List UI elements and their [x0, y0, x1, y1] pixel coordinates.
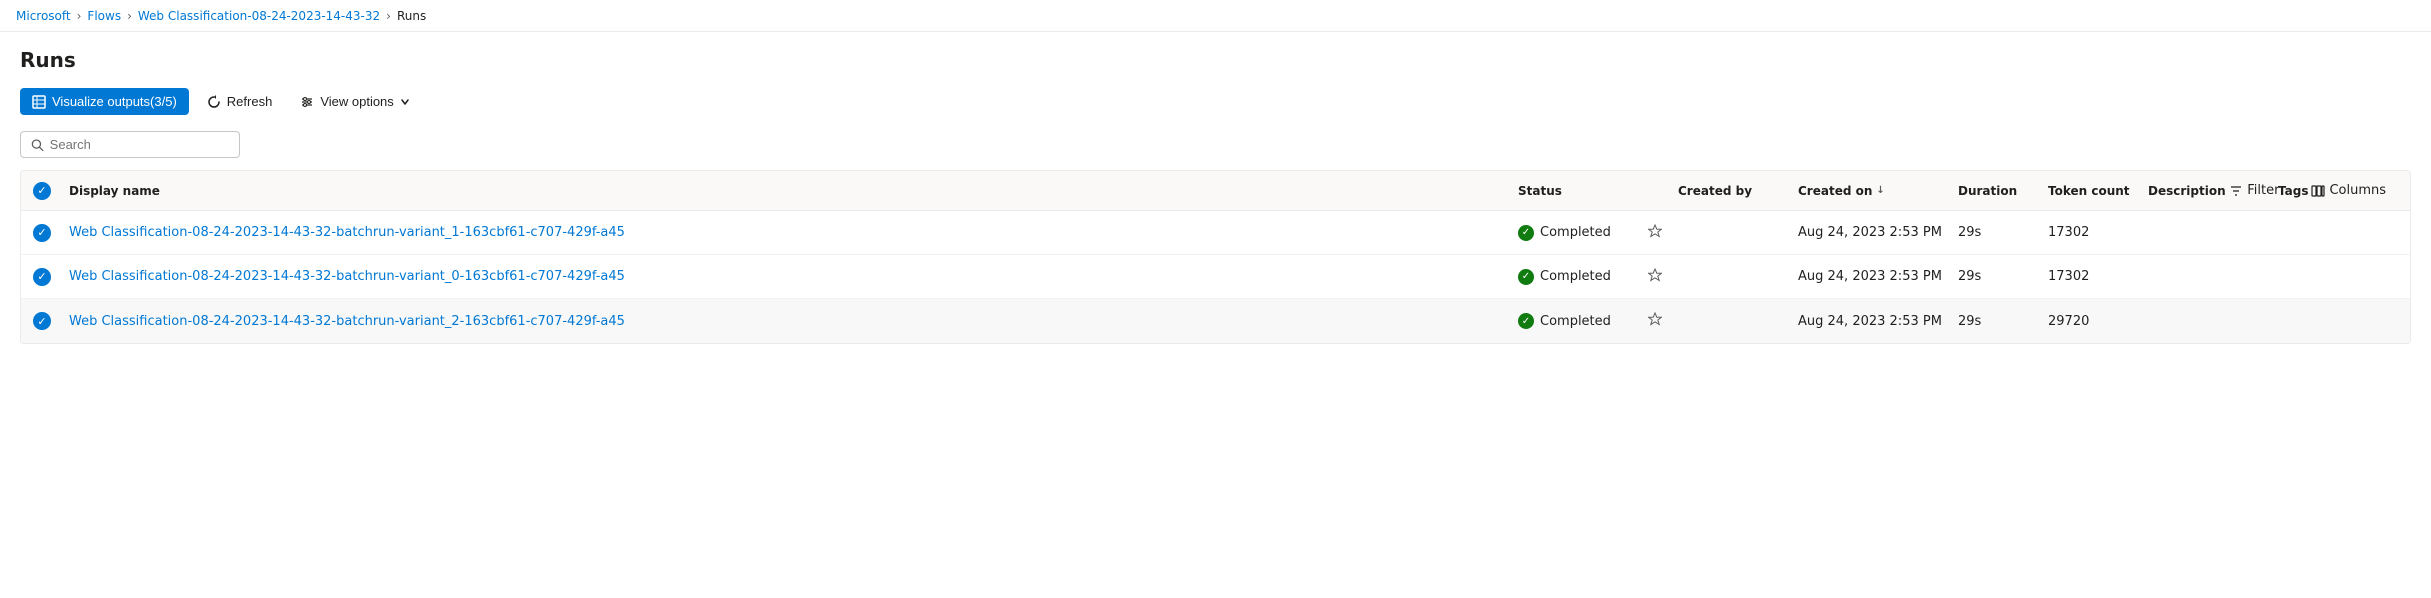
- breadcrumb-microsoft[interactable]: Microsoft: [16, 9, 71, 23]
- row-2-token-count: 17302: [2048, 269, 2148, 284]
- filter-button[interactable]: Filter: [2221, 179, 2287, 202]
- breadcrumb-runs: Runs: [397, 9, 426, 23]
- star-icon: [1648, 268, 1662, 282]
- row-1-created-on: Aug 24, 2023 2:53 PM: [1798, 225, 1958, 240]
- breadcrumb-sep-2: ›: [127, 9, 132, 23]
- row-3-display-name[interactable]: Web Classification-08-24-2023-14-43-32-b…: [69, 314, 1518, 329]
- table-row: Web Classification-08-24-2023-14-43-32-b…: [21, 211, 2410, 255]
- row-2-status: Completed: [1518, 269, 1648, 285]
- col-header-created-by: Created by: [1678, 184, 1798, 198]
- search-icon: [31, 138, 44, 152]
- row-3-token-count: 29720: [2048, 314, 2148, 329]
- col-header-status: Status: [1518, 184, 1648, 198]
- chevron-down-icon: [400, 97, 410, 107]
- star-icon: [1648, 312, 1662, 326]
- view-options-label: View options: [320, 94, 393, 109]
- runs-table: Display name Status Created by Created o…: [20, 170, 2411, 344]
- search-container: [20, 131, 2411, 158]
- select-all-checkbox[interactable]: [33, 182, 51, 200]
- visualize-label: Visualize outputs(3/5): [52, 94, 177, 109]
- row-1-star[interactable]: [1648, 224, 1678, 242]
- table-header: Display name Status Created by Created o…: [21, 171, 2410, 211]
- refresh-icon: [207, 95, 221, 109]
- table-row: Web Classification-08-24-2023-14-43-32-b…: [21, 299, 2410, 343]
- breadcrumb-flows[interactable]: Flows: [87, 9, 121, 23]
- col-header-display-name: Display name: [69, 184, 1518, 198]
- col-header-token-count: Token count: [2048, 184, 2148, 198]
- breadcrumb-sep-1: ›: [77, 9, 82, 23]
- row-2-display-name[interactable]: Web Classification-08-24-2023-14-43-32-b…: [69, 269, 1518, 284]
- row-2-created-on: Aug 24, 2023 2:53 PM: [1798, 269, 1958, 284]
- completed-icon: [1518, 225, 1534, 241]
- row-3-checkbox[interactable]: [33, 312, 69, 330]
- row-3-star[interactable]: [1648, 312, 1678, 330]
- created-on-sort[interactable]: Created on ↓: [1798, 184, 1958, 198]
- page-title: Runs: [20, 48, 2411, 72]
- options-icon: [300, 95, 314, 109]
- table-row: Web Classification-08-24-2023-14-43-32-b…: [21, 255, 2410, 299]
- visualize-outputs-button[interactable]: Visualize outputs(3/5): [20, 88, 189, 115]
- table-header-actions: Filter Columns: [2221, 179, 2394, 202]
- filter-label: Filter: [2247, 183, 2279, 198]
- sort-arrow-icon: ↓: [1876, 185, 1884, 196]
- breadcrumb-classification[interactable]: Web Classification-08-24-2023-14-43-32: [138, 9, 380, 23]
- completed-icon: [1518, 313, 1534, 329]
- columns-label: Columns: [2329, 183, 2386, 198]
- row-2-duration: 29s: [1958, 269, 2048, 284]
- header-checkbox-col: [33, 182, 69, 200]
- row-1-display-name[interactable]: Web Classification-08-24-2023-14-43-32-b…: [69, 225, 1518, 240]
- row-3-status: Completed: [1518, 313, 1648, 329]
- row-3-duration: 29s: [1958, 314, 2048, 329]
- breadcrumb-sep-3: ›: [386, 9, 391, 23]
- col-header-created-on: Created on ↓: [1798, 184, 1958, 198]
- columns-icon: [2311, 184, 2325, 198]
- breadcrumb-bar: Microsoft › Flows › Web Classification-0…: [0, 0, 2431, 32]
- search-box[interactable]: [20, 131, 240, 158]
- columns-button[interactable]: Columns: [2303, 179, 2394, 202]
- star-icon: [1648, 224, 1662, 238]
- view-options-button[interactable]: View options: [290, 88, 419, 115]
- row-1-status: Completed: [1518, 225, 1648, 241]
- filter-icon: [2229, 184, 2243, 198]
- table-icon: [32, 95, 46, 109]
- row-1-checkbox[interactable]: [33, 224, 69, 242]
- row-1-duration: 29s: [1958, 225, 2048, 240]
- refresh-button[interactable]: Refresh: [197, 88, 283, 115]
- col-header-duration: Duration: [1958, 184, 2048, 198]
- main-content: Runs Visualize outputs(3/5) Refresh: [0, 32, 2431, 360]
- row-2-star[interactable]: [1648, 268, 1678, 286]
- row-2-checkbox[interactable]: [33, 268, 69, 286]
- completed-icon: [1518, 269, 1534, 285]
- toolbar: Visualize outputs(3/5) Refresh View opti…: [20, 88, 2411, 115]
- refresh-label: Refresh: [227, 94, 273, 109]
- search-input[interactable]: [50, 137, 229, 152]
- row-3-created-on: Aug 24, 2023 2:53 PM: [1798, 314, 1958, 329]
- row-1-token-count: 17302: [2048, 225, 2148, 240]
